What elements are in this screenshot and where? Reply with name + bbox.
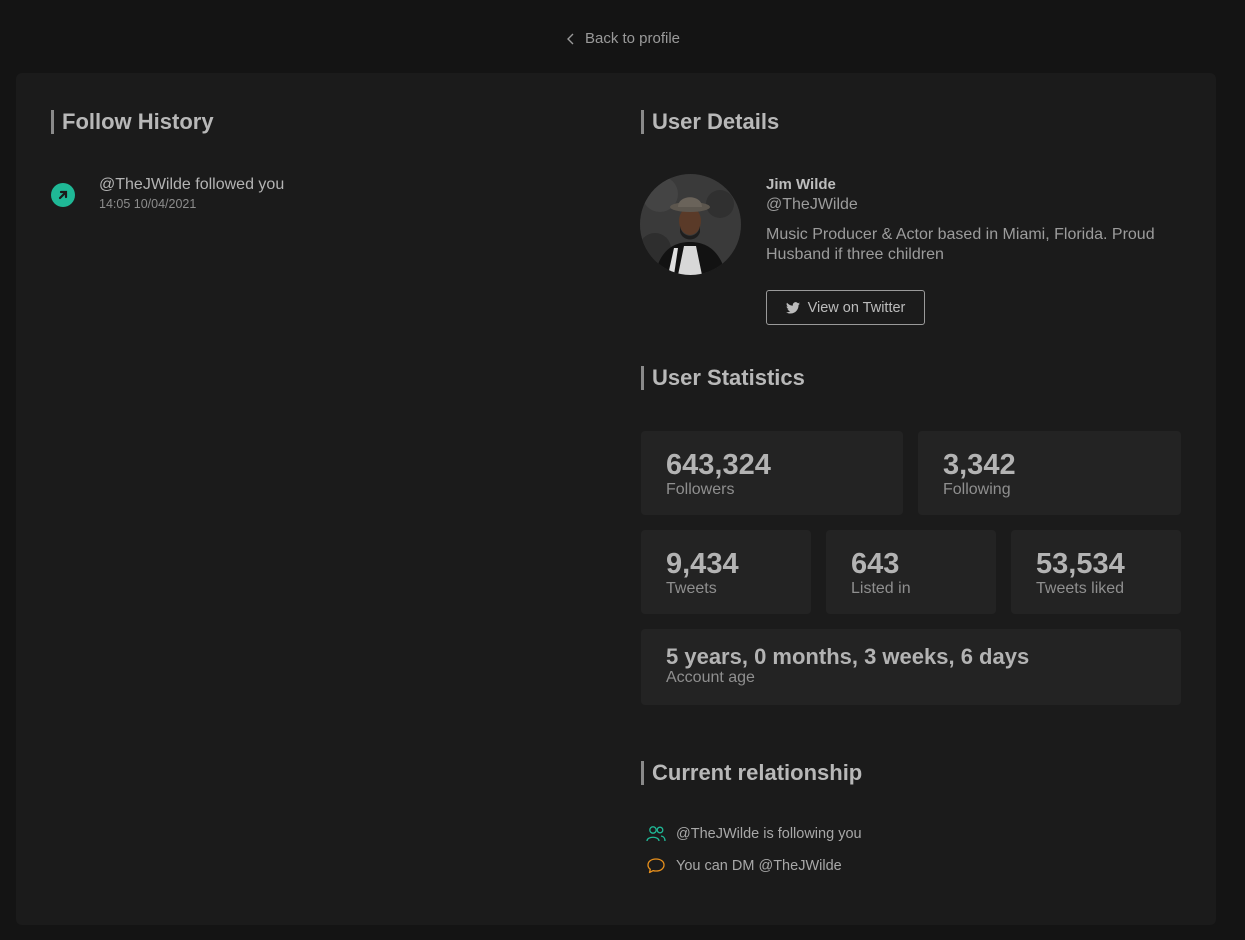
stat-value: 5 years, 0 months, 3 weeks, 6 days <box>666 644 1030 669</box>
stat-value: 643 <box>851 548 900 580</box>
stat-label: Account age <box>666 669 755 686</box>
stat-tweets: 9,434 Tweets <box>641 530 811 614</box>
stat-following: 3,342 Following <box>918 431 1181 515</box>
stat-label: Followers <box>666 481 735 498</box>
stat-value: 643,324 <box>666 449 771 481</box>
stat-value: 9,434 <box>666 548 739 580</box>
history-item: @TheJWilde followed you 14:05 10/04/2021 <box>51 175 284 211</box>
stat-label: Tweets liked <box>1036 580 1125 597</box>
history-item-time: 14:05 10/04/2021 <box>99 197 197 211</box>
relationship-following: @TheJWilde is following you <box>646 825 862 843</box>
users-icon <box>646 826 666 842</box>
back-label: Back to profile <box>584 30 681 47</box>
stat-label: Tweets <box>666 580 717 597</box>
view-on-twitter-button[interactable]: View on Twitter <box>766 290 925 325</box>
twitter-icon <box>785 301 800 314</box>
stat-label: Listed in <box>851 580 911 597</box>
arrow-up-right-icon <box>51 183 75 207</box>
user-bio: Music Producer & Actor based in Miami, F… <box>766 226 1155 263</box>
user-name: Jim Wilde <box>766 176 836 193</box>
message-icon <box>647 858 665 874</box>
relationship-text: @TheJWilde is following you <box>676 826 862 842</box>
stat-account-age: 5 years, 0 months, 3 weeks, 6 days Accou… <box>641 629 1181 705</box>
current-relationship-title: Current relationship <box>641 761 862 785</box>
user-handle: @TheJWilde <box>766 196 858 213</box>
relationship-text: You can DM @TheJWilde <box>676 858 842 874</box>
chevron-left-icon <box>566 33 574 44</box>
main-panel: Follow History @TheJWilde followed you 1… <box>16 73 1216 925</box>
stat-value: 3,342 <box>943 449 1016 481</box>
back-to-profile-link[interactable]: Back to profile <box>0 30 1245 47</box>
history-item-text: @TheJWilde followed you <box>99 176 285 193</box>
follow-history-title: Follow History <box>51 110 214 134</box>
view-on-twitter-label: View on Twitter <box>807 299 906 316</box>
relationship-dm: You can DM @TheJWilde <box>646 857 842 875</box>
stat-followers: 643,324 Followers <box>641 431 903 515</box>
stat-value: 53,534 <box>1036 548 1125 580</box>
avatar <box>640 174 741 275</box>
stat-label: Following <box>943 481 1011 498</box>
stat-tweets-liked: 53,534 Tweets liked <box>1011 530 1181 614</box>
stat-listed: 643 Listed in <box>826 530 996 614</box>
user-details-title: User Details <box>641 110 779 134</box>
user-statistics-title: User Statistics <box>641 366 805 390</box>
